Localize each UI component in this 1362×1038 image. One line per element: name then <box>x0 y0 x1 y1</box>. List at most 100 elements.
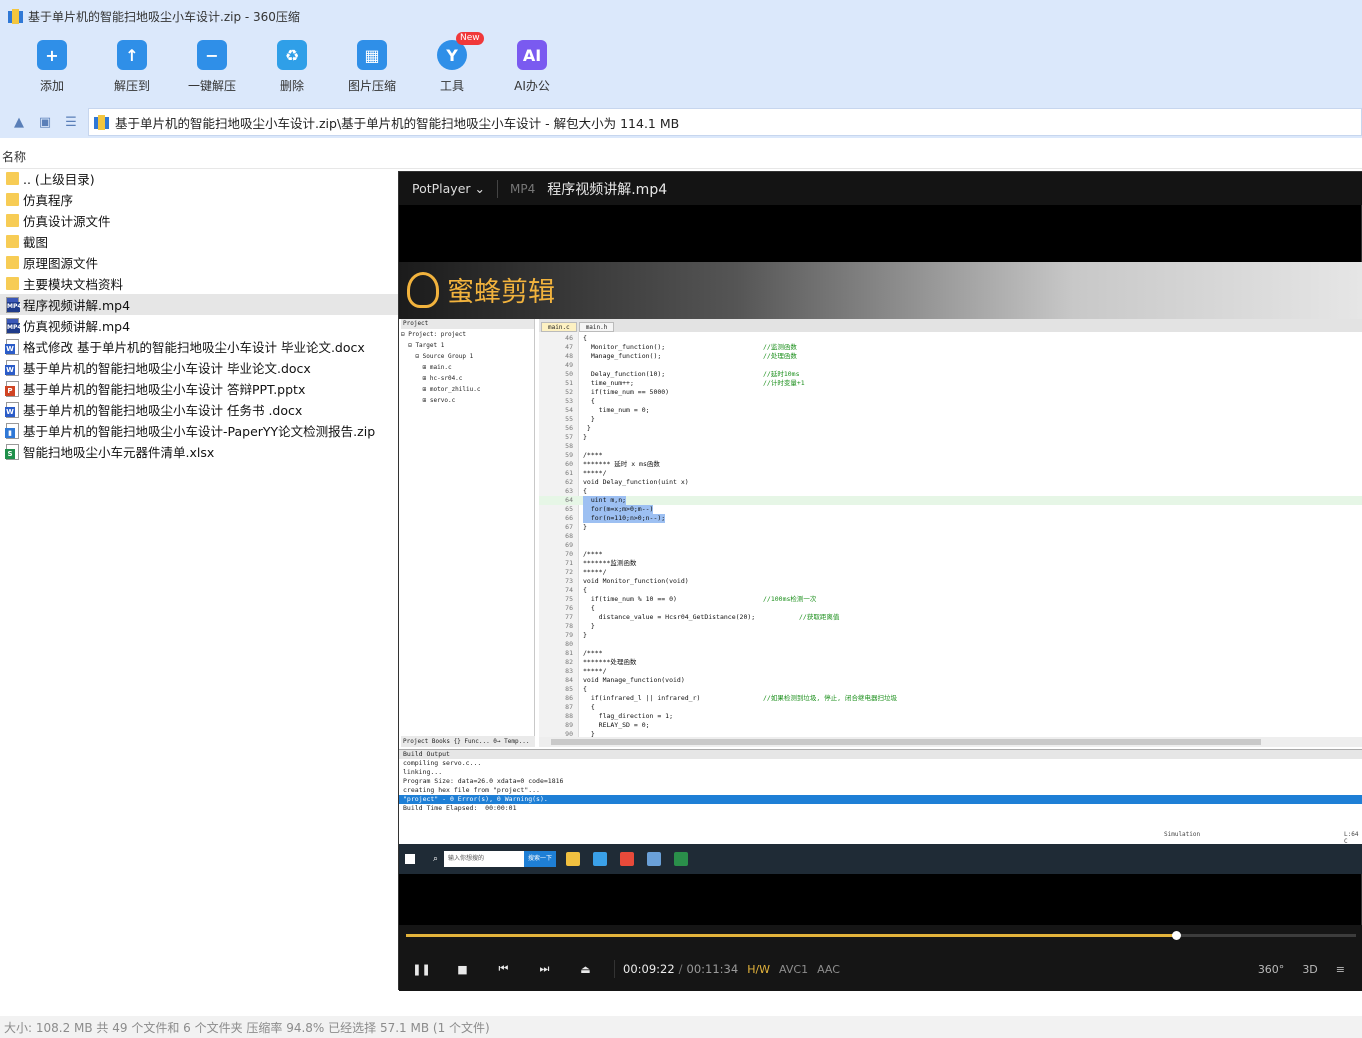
video-frame[interactable]: 蜜蜂剪辑 Project ⊟ Project: project ⊟ Target… <box>399 262 1362 874</box>
line-number: 89 <box>565 721 573 729</box>
code-line: 63 { <box>539 487 1362 496</box>
folder-file-icon <box>6 172 19 185</box>
file-list: .. (上级目录) 仿真程序仿真设计源文件截图原理图源文件主要模块文档资料 MP4 程… <box>0 168 398 462</box>
taskbar-search-icon: ⌕ <box>433 854 439 864</box>
code-line: 56 } <box>539 424 1362 433</box>
line-number: 83 <box>565 667 573 675</box>
next-icon[interactable]: ⏭ <box>524 957 565 981</box>
file-name: 仿真程序 <box>23 193 74 208</box>
toolbar-tools-button[interactable]: Y 工具 New <box>412 32 492 106</box>
code-comment: //处理函数 <box>763 352 797 360</box>
toolbar-ai-office-button[interactable]: AI AI办公 <box>492 32 572 106</box>
code-line: 58 <box>539 442 1362 451</box>
code-text: *****/ <box>583 667 607 675</box>
code-line: 52 if(time_num == 5000) <box>539 388 1362 397</box>
code-text: /**** <box>583 550 603 558</box>
docx-file-icon: W <box>5 359 19 376</box>
archive-icon <box>94 114 109 130</box>
toolbar-image-compress-button[interactable]: ▦ 图片压缩 <box>332 32 412 106</box>
code-line: 54 time_num = 0; <box>539 406 1362 415</box>
toolbar-one-click-extract-button[interactable]: − 一键解压 <box>172 32 252 106</box>
file-row[interactable]: 原理图源文件 <box>0 252 398 273</box>
potplayer-menu-button[interactable]: PotPlayer ⌄ <box>412 181 485 196</box>
windows-start-icon <box>405 854 415 864</box>
code-text: void Manage_function(void) <box>583 676 685 684</box>
up-directory-icon[interactable]: ▲ <box>6 109 32 135</box>
code-line: 81 /**** <box>539 649 1362 658</box>
file-row[interactable]: MP4 仿真视频讲解.mp4 <box>0 315 398 336</box>
code-comment: //如果检测到垃圾, 停止, 闭合继电器扫垃圾 <box>763 694 897 702</box>
file-row[interactable]: 截图 <box>0 231 398 252</box>
code-comment: //监测函数 <box>763 343 797 351</box>
file-name: 格式修改 基于单片机的智能扫地吸尘小车设计 毕业论文.docx <box>23 340 365 355</box>
folder-file-icon <box>6 193 19 206</box>
toolbar-label: AI办公 <box>514 79 550 93</box>
code-line: 46 { <box>539 334 1362 343</box>
file-row[interactable]: W 格式修改 基于单片机的智能扫地吸尘小车设计 毕业论文.docx <box>0 336 398 357</box>
file-row[interactable]: MP4 程序视频讲解.mp4 <box>0 294 398 315</box>
video-codec-label[interactable]: AVC1 <box>779 963 808 976</box>
file-row[interactable]: .. (上级目录) <box>0 168 398 189</box>
thumbnail-view-icon[interactable]: ▣ <box>32 109 58 135</box>
project-tree-item: ⊟ Target 1 <box>401 342 445 349</box>
vr-360-icon[interactable]: 360° <box>1258 963 1285 976</box>
build-output-line: compiling servo.c... <box>403 759 482 767</box>
code-text: { <box>583 487 587 495</box>
previous-icon[interactable]: ⏮ <box>483 957 524 981</box>
file-row[interactable]: W 基于单片机的智能扫地吸尘小车设计 毕业论文.docx <box>0 357 398 378</box>
file-row[interactable]: ▮ 基于单片机的智能扫地吸尘小车设计-PaperYY论文检测报告.zip <box>0 420 398 441</box>
seek-handle[interactable] <box>1171 931 1181 940</box>
archive-app-icon <box>8 8 23 24</box>
code-line: 57} <box>539 433 1362 442</box>
file-name: 原理图源文件 <box>23 256 99 271</box>
3d-icon[interactable]: 3D <box>1302 963 1317 976</box>
player-controls: ❚❚ ■ ⏮ ⏭ ⏏ 00:09:22 / 00:11:34 H/W AVC1 … <box>399 925 1362 991</box>
code-text: } <box>583 433 587 441</box>
eject-icon[interactable]: ⏏ <box>565 957 606 981</box>
file-row[interactable]: P 基于单片机的智能扫地吸尘小车设计 答辩PPT.pptx <box>0 378 398 399</box>
file-row[interactable]: 主要模块文档资料 <box>0 273 398 294</box>
build-output-line: linking... <box>403 768 443 776</box>
right-controls: 360° 3D ≡ <box>1258 957 1362 981</box>
address-path-input[interactable]: 基于单片机的智能扫地吸尘小车设计.zip\基于单片机的智能扫地吸尘小车设计 - … <box>88 108 1362 136</box>
total-time: 00:11:34 <box>686 962 739 976</box>
line-number: 71 <box>565 559 573 567</box>
file-row[interactable]: 仿真程序 <box>0 189 398 210</box>
line-number: 84 <box>565 676 573 684</box>
toolbar-add-button[interactable]: + 添加 <box>12 32 92 106</box>
code-line: 78 } <box>539 622 1362 631</box>
windows-taskbar: ⌕ 输入你想搜的 搜索一下 <box>399 844 1362 874</box>
code-line: 74 { <box>539 586 1362 595</box>
code-line: 53 { <box>539 397 1362 406</box>
file-name: .. (上级目录) <box>23 172 95 187</box>
line-number: 70 <box>565 550 573 558</box>
file-row[interactable]: 仿真设计源文件 <box>0 210 398 231</box>
audio-codec-label[interactable]: AAC <box>817 963 840 976</box>
toolbar-delete-button[interactable]: ♻ 删除 <box>252 32 332 106</box>
title-bar: 基于单片机的智能扫地吸尘小车设计.zip - 360压缩 <box>0 0 1362 32</box>
line-number: 85 <box>565 685 573 693</box>
code-text: } <box>583 415 595 423</box>
list-view-icon[interactable]: ☰ <box>58 109 84 135</box>
file-row[interactable]: S 智能扫地吸尘小车元器件清单.xlsx <box>0 441 398 462</box>
code-text: { <box>583 586 587 594</box>
column-name-header[interactable]: 名称 <box>2 148 26 165</box>
file-name: 截图 <box>23 235 49 250</box>
file-row[interactable]: W 基于单片机的智能扫地吸尘小车设计 任务书 .docx <box>0 399 398 420</box>
code-line: 70 /**** <box>539 550 1362 559</box>
code-text: } <box>583 631 587 639</box>
code-line: 72 *****/ <box>539 568 1362 577</box>
code-line: 55 } <box>539 415 1362 424</box>
stop-icon[interactable]: ■ <box>442 957 483 981</box>
playing-filename: 程序视频讲解.mp4 <box>547 181 668 198</box>
add-icon: + <box>37 40 67 70</box>
code-text: /**** <box>583 649 603 657</box>
toolbar-extract-to-button[interactable]: ↑ 解压到 <box>92 32 172 106</box>
pause-icon[interactable]: ❚❚ <box>401 957 442 981</box>
seek-bar[interactable] <box>406 931 1356 940</box>
ide-code-editor: main.c main.h 46 {47 Monitor_function(); //… <box>539 319 1362 747</box>
hw-decode-label[interactable]: H/W <box>747 963 770 976</box>
playlist-icon[interactable]: ≡ <box>1336 963 1345 976</box>
line-number: 61 <box>565 469 573 477</box>
project-tree-item: ⊞ servo.c <box>401 397 456 404</box>
